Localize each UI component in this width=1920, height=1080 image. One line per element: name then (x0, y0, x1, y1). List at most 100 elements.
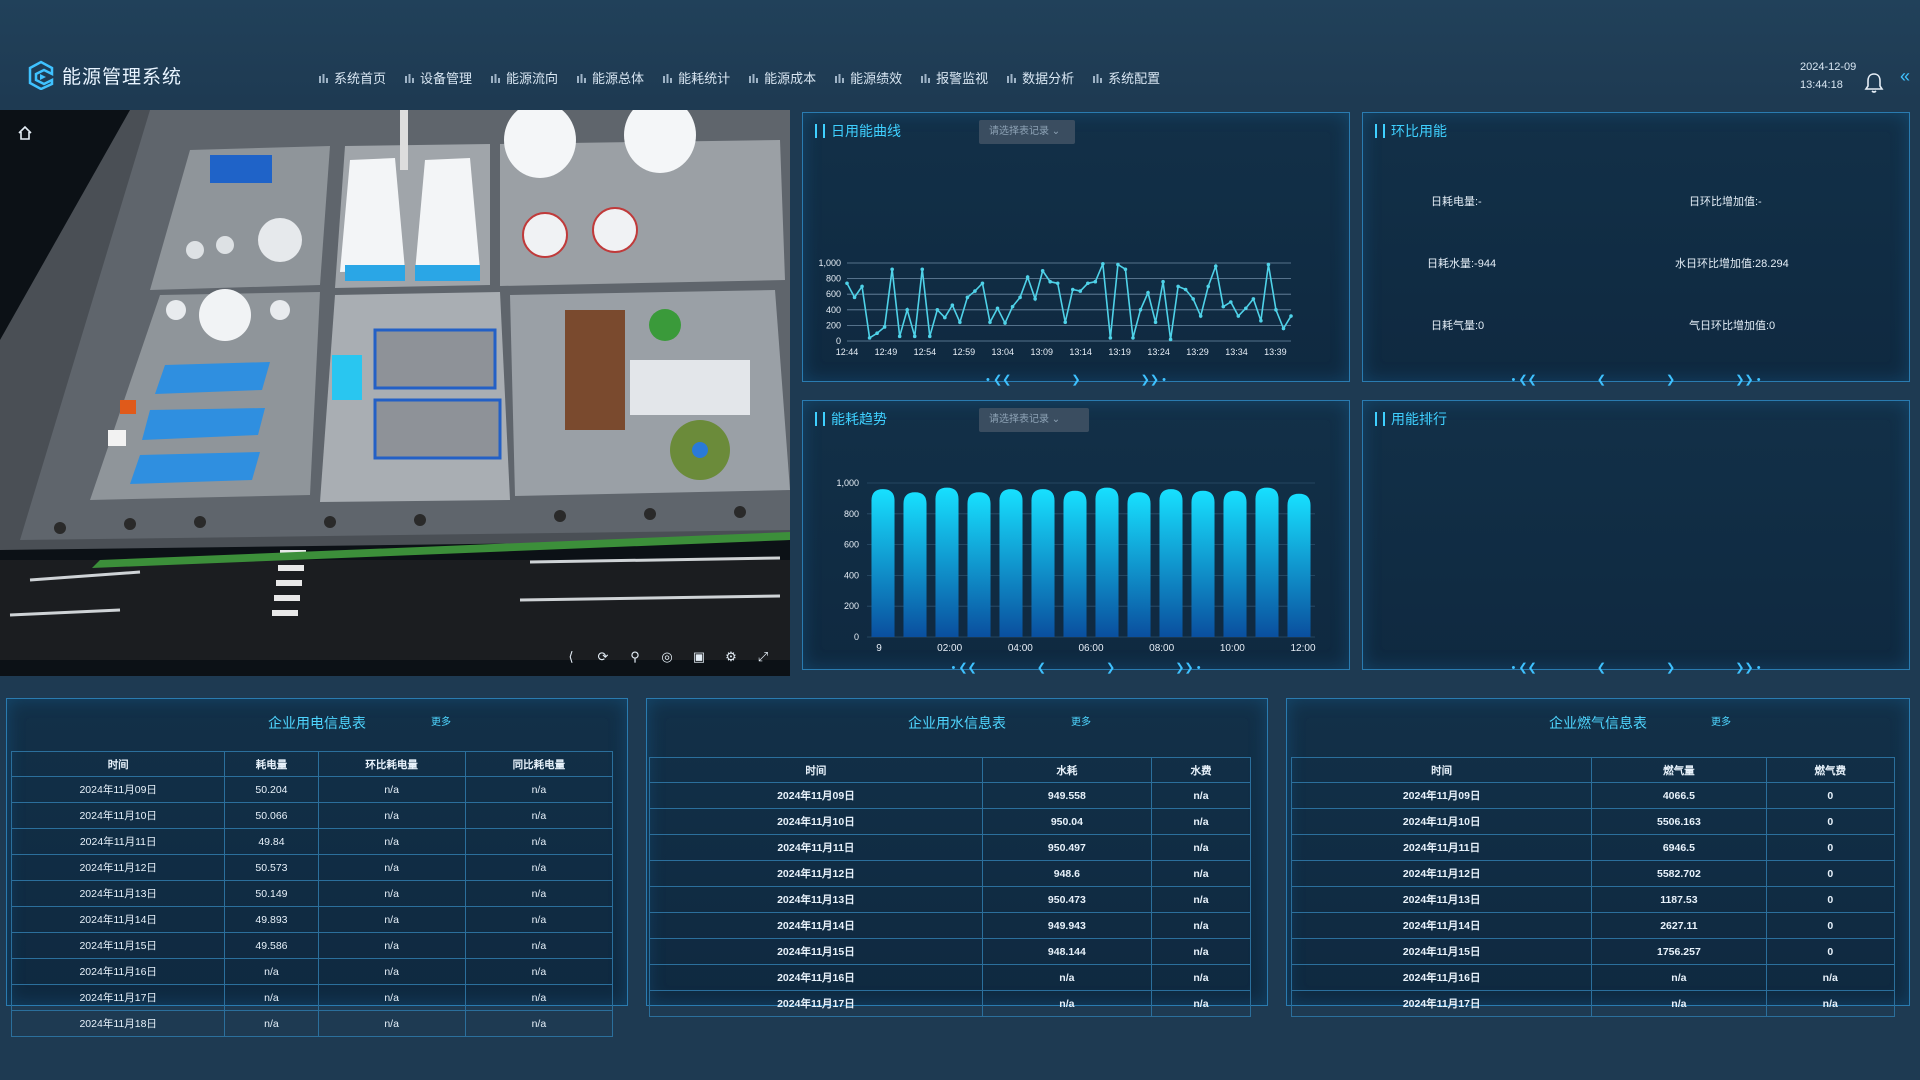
table-cell: n/a (1150, 990, 1252, 1017)
nav-item-4[interactable]: 能耗统计 (662, 68, 730, 87)
table-row[interactable]: 2024年11月14日 949.943 n/a (649, 912, 1252, 939)
x-tick-label: 13:39 (1264, 347, 1287, 357)
data-point (1078, 289, 1083, 293)
column-header[interactable]: 水耗 (981, 757, 1152, 783)
column-header[interactable]: 同比耗电量 (464, 751, 614, 777)
table-row[interactable]: 2024年11月13日 1187.53 0 (1290, 886, 1896, 913)
table-cell: 950.04 (981, 808, 1152, 835)
column-header[interactable]: 时间 (649, 757, 983, 783)
column-header[interactable]: 时间 (1290, 757, 1593, 783)
nav-label: 系统配置 (1108, 71, 1161, 86)
water-more-link[interactable]: 更多 (1071, 713, 1091, 728)
table-row[interactable]: 2024年11月16日 n/a n/a (649, 964, 1252, 991)
nav-item-8[interactable]: 数据分析 (1006, 68, 1074, 87)
table-row[interactable]: 2024年11月13日 50.149 n/a n/a (10, 880, 614, 907)
app-logo[interactable]: 能源管理系统 (26, 60, 182, 90)
table-row[interactable]: 2024年11月17日 n/a n/a n/a (10, 984, 614, 1011)
walk-icon[interactable]: ⚲ (626, 648, 644, 666)
fullscreen-icon[interactable]: ⤢ (754, 648, 772, 666)
column-header[interactable]: 燃气费 (1765, 757, 1896, 783)
table-row[interactable]: 2024年11月16日 n/a n/a (1290, 964, 1896, 991)
table-row[interactable]: 2024年11月11日 49.84 n/a n/a (10, 828, 614, 855)
nav-item-5[interactable]: 能源成本 (748, 68, 816, 87)
table-row[interactable]: 2024年11月18日 n/a n/a n/a (10, 1010, 614, 1037)
panel-footer-arrows: • ❮❮ ❯ ❯❯ • (986, 374, 1166, 386)
bar (1095, 487, 1119, 637)
y-tick-label: 600 (844, 540, 859, 550)
table-row[interactable]: 2024年11月12日 5582.702 0 (1290, 860, 1896, 887)
data-point (1153, 320, 1158, 325)
nav-label: 能源流向 (506, 71, 559, 86)
table-cell: 49.84 (224, 828, 319, 855)
nav-item-6[interactable]: 能源绩效 (834, 68, 902, 87)
table-row[interactable]: 2024年11月10日 50.066 n/a n/a (10, 802, 614, 829)
electric-more-link[interactable]: 更多 (431, 713, 451, 728)
share-icon[interactable]: ⟨ (562, 648, 580, 666)
data-point (1025, 275, 1030, 279)
nav-item-7[interactable]: 报警监视 (920, 68, 988, 87)
table-row[interactable]: 2024年11月17日 n/a n/a (1290, 990, 1896, 1017)
data-point (1206, 284, 1211, 289)
bell-icon[interactable] (1864, 72, 1884, 94)
nav-item-1[interactable]: 设备管理 (404, 68, 472, 87)
column-header[interactable]: 时间 (10, 751, 226, 777)
column-header[interactable]: 环比耗电量 (317, 751, 466, 777)
rotate-icon[interactable]: ⟳ (594, 648, 612, 666)
nav-item-9[interactable]: 系统配置 (1092, 68, 1160, 87)
table-row[interactable]: 2024年11月15日 948.144 n/a (649, 938, 1252, 965)
column-header[interactable]: 耗电量 (224, 751, 319, 777)
table-row[interactable]: 2024年11月09日 4066.5 0 (1290, 782, 1896, 809)
data-point (1116, 262, 1120, 267)
gas-more-link[interactable]: 更多 (1711, 713, 1731, 728)
bar (1159, 489, 1183, 637)
table-cell: 2024年11月10日 (1290, 808, 1593, 835)
table-cell: 50.149 (224, 880, 319, 907)
table-row[interactable]: 2024年11月09日 949.558 n/a (649, 782, 1252, 809)
table-cell: 50.066 (224, 802, 319, 829)
database-icon (576, 72, 587, 83)
title-marker-icon (1375, 412, 1385, 426)
nav-item-3[interactable]: 能源总体 (576, 68, 644, 87)
data-point (1259, 318, 1263, 323)
table-row[interactable]: 2024年11月14日 49.893 n/a n/a (10, 906, 614, 933)
nav-label: 能源成本 (764, 71, 817, 86)
table-row[interactable]: 2024年11月11日 6946.5 0 (1290, 834, 1896, 861)
column-header[interactable]: 水费 (1150, 757, 1252, 783)
panel-footer-arrows: • ❮❮ ❮ ❯ ❯❯ • (1511, 662, 1761, 674)
table-row[interactable]: 2024年11月17日 n/a n/a (649, 990, 1252, 1017)
table-cell: 0 (1765, 938, 1896, 965)
data-point (882, 325, 887, 329)
layers-icon[interactable]: ▣ (690, 648, 708, 666)
y-tick-label: 200 (826, 320, 841, 330)
table-row[interactable]: 2024年11月13日 950.473 n/a (649, 886, 1252, 913)
table-row[interactable]: 2024年11月16日 n/a n/a n/a (10, 958, 614, 985)
table-cell: n/a (317, 854, 466, 881)
home-icon[interactable] (16, 124, 34, 142)
table-row[interactable]: 2024年11月12日 50.573 n/a n/a (10, 854, 614, 881)
table-row[interactable]: 2024年11月14日 2627.11 0 (1290, 912, 1896, 939)
data-point (1108, 336, 1113, 340)
table-cell: 2024年11月18日 (10, 1010, 226, 1037)
table-row[interactable]: 2024年11月11日 950.497 n/a (649, 834, 1252, 861)
table-row[interactable]: 2024年11月10日 950.04 n/a (649, 808, 1252, 835)
table-row[interactable]: 2024年11月12日 948.6 n/a (649, 860, 1252, 887)
table-row[interactable]: 2024年11月10日 5506.163 0 (1290, 808, 1896, 835)
nav-item-2[interactable]: 能源流向 (490, 68, 558, 87)
table-cell: n/a (224, 958, 319, 985)
table-cell: 50.204 (224, 776, 319, 803)
column-header[interactable]: 燃气量 (1591, 757, 1767, 783)
table-cell: 49.893 (224, 906, 319, 933)
nav-item-0[interactable]: 系统首页 (318, 68, 386, 87)
globe-icon[interactable]: ◎ (658, 648, 676, 666)
table-row[interactable]: 2024年11月15日 1756.257 0 (1290, 938, 1896, 965)
collapse-arrow-icon[interactable]: « (1900, 66, 1910, 87)
table-row[interactable]: 2024年11月09日 50.204 n/a n/a (10, 776, 614, 803)
data-point (950, 303, 955, 307)
table-row[interactable]: 2024年11月15日 49.586 n/a n/a (10, 932, 614, 959)
table-cell: 5506.163 (1591, 808, 1767, 835)
plant-3d-view[interactable]: ⟨ ⟳ ⚲ ◎ ▣ ⚙ ⤢ (0, 110, 790, 676)
bar-chart-icon (834, 72, 845, 83)
settings-icon[interactable]: ⚙ (722, 648, 740, 666)
bar (1191, 490, 1215, 637)
data-point (1055, 281, 1060, 286)
